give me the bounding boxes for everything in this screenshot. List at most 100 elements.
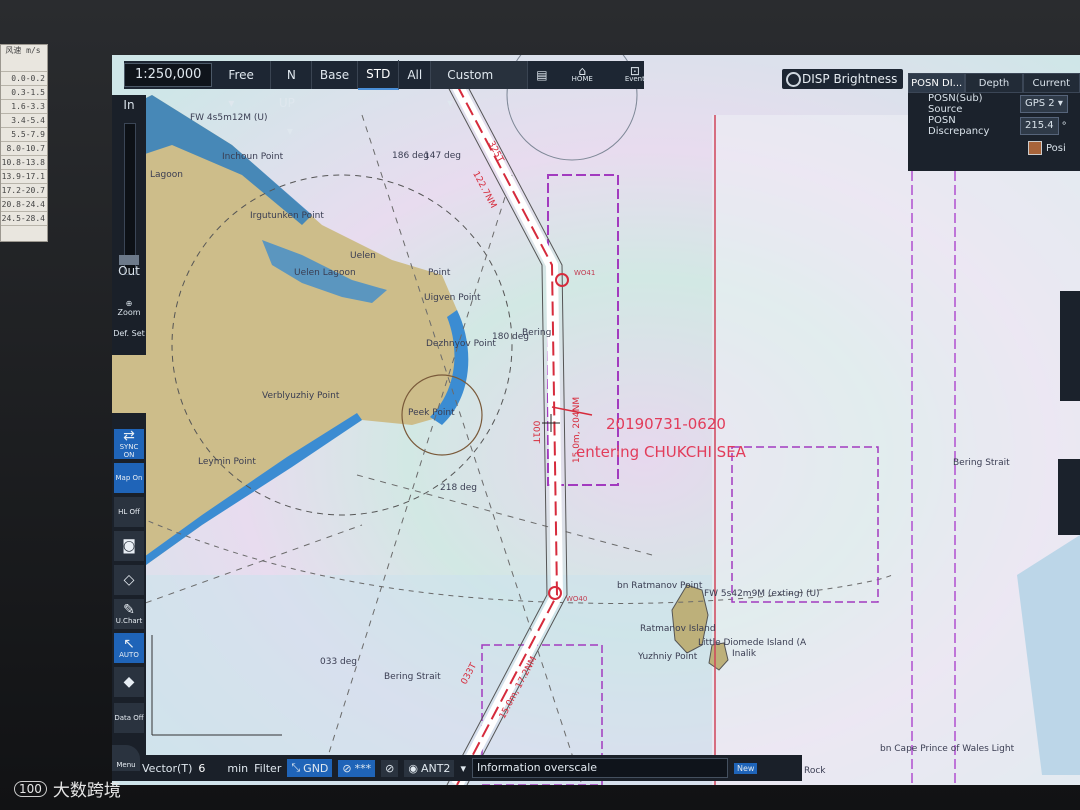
label-lagoon: Lagoon [150,170,183,180]
home-label: HOME [571,75,593,83]
posn-discrepancy-value: 215.4 [1020,117,1059,135]
wind-speed-row: 17.2-20.7 [1,184,47,198]
user-chart-label: U.Chart [115,617,143,625]
label-dezhnyov: Dezhnyov Point [426,339,496,349]
filter-button[interactable]: Filter [254,762,281,775]
wind-speed-row: 8.0-10.7 [1,142,47,156]
label-uelen-lagoon: Uelen Lagoon [294,268,356,278]
brightness-icon [786,72,801,87]
watermark-text: 大数跨境 [52,781,121,801]
wind-speed-row: 3.4-5.4 [1,114,47,128]
deep-water-area [712,115,1080,785]
data-toggle-button[interactable]: Data Off [114,703,144,733]
auto-cursor-button[interactable]: ↖ AUTO [114,633,144,663]
custom-display-select[interactable]: Custom ▾ [431,61,529,110]
trail-icon: ⊘ [385,761,395,775]
posn-discrepancy-label: POSN Discrepancy [928,115,990,137]
posn-check-row: Posi [908,137,1080,159]
chevron-down-icon: ▾ [286,124,293,138]
camera-button[interactable]: ◙ [114,531,144,561]
chevron-down-icon: ▾ [447,96,454,110]
label-uigven: Uigven Point [424,293,481,303]
user-chart-button[interactable]: ✎ U.Chart [114,599,144,629]
antenna-label: ANT2 [420,761,451,775]
label-bering-strait-west: Bering Strait [384,672,441,682]
info-dropdown[interactable]: ▾ [460,762,466,775]
ebl-vrm-panel[interactable] [1058,459,1080,535]
event-button[interactable]: ⊡ Event [609,64,661,83]
gnd-button[interactable]: ⤡ GND [287,759,333,777]
wind-speed-row: 0.3-1.5 [1,86,47,100]
wind-speed-row: 5.5-7.9 [1,128,47,142]
diamond-icon: ◆ [123,674,135,690]
label-leymin: Leymin Point [198,457,256,467]
sync-label: SYNC ON [119,443,139,459]
std-display-button[interactable]: STD [358,60,400,90]
eraser-button[interactable]: ◇ [114,565,144,595]
trail-button[interactable]: ⊘ [381,759,399,777]
sync-icon: ⇄ [123,428,135,444]
hl-toggle-button[interactable]: HL Off [114,497,144,527]
event-icon: ⊡ [629,64,640,78]
posn-checkbox[interactable] [1028,141,1042,155]
sync-button[interactable]: ⇄ SYNC ON [114,429,144,459]
label-deg-147: 147 deg [424,151,462,161]
label-inchoun: Inchoun Point [222,152,284,162]
zoom-in-button[interactable]: In [112,99,146,111]
disp-brightness-button[interactable]: DISP Brightness [782,69,904,89]
wind-speed-row: 1.6-3.3 [1,100,47,114]
zoom-out-button[interactable]: Out [112,265,146,277]
chart-book-button[interactable]: ▤ [528,68,555,82]
label-inalik: Inalik [732,649,757,659]
wind-speed-row: 24.5-28.4 [1,212,47,226]
target-icon: ⊘ [342,761,352,775]
posn-panel: POSN DI... Depth Current POSN(Sub) Sourc… [908,73,1080,171]
zoom-slider-track[interactable] [124,123,136,275]
watermark-logo: 100 [14,780,47,797]
disp-brightness-label: DISP Brightness [802,72,898,86]
label-ratmanov-island: Ratmanov Island [640,624,716,634]
status-bar: Vector(T) 6 min Filter ⤡ GND ⊘ *** ⊘ ◉ ANT2… [112,755,802,781]
label-cape-prince: bn Cape Prince of Wales Light [880,744,1015,754]
antenna-button[interactable]: ◉ ANT2 [404,759,455,777]
label-deg-033: 033 deg [320,657,358,667]
auto-cursor-label: AUTO [119,651,139,659]
tab-depth[interactable]: Depth [965,73,1023,93]
eraser-icon: ◇ [123,572,135,588]
label-uelen: Uelen [350,251,376,261]
label-yuzhniy: Yuzhniy Point [638,652,698,662]
watermark: 100 大数跨境 [14,776,121,801]
custom-display-label: Custom [447,68,494,82]
antenna-icon: ◉ [408,761,418,775]
label-little-diomede: Little Diomede Island (A [698,638,807,648]
label-point: Point [428,268,451,278]
menu-button[interactable]: Menu [112,745,140,771]
tab-current[interactable]: Current [1022,73,1080,93]
right-side-panel[interactable] [1060,291,1080,401]
tab-posn-di[interactable]: POSN DI... [908,73,966,93]
map-toggle-button[interactable]: Map On [114,463,144,493]
base-display-button[interactable]: Base [312,61,359,89]
label-waypoint-wo41: WO41 [574,269,596,277]
scale-display[interactable]: 1:250,000 [124,63,213,87]
zoom-button[interactable]: ⊕ Zoom [112,299,146,317]
stars-label: *** [354,761,372,775]
home-button[interactable]: ⌂ HOME [556,65,609,83]
def-set-button[interactable]: Def. Set [112,329,146,338]
blank-tool-button[interactable]: ◆ [114,667,144,697]
wind-speed-table-header: 风速 m/s [1,45,47,72]
stars-button[interactable]: ⊘ *** [338,759,376,777]
information-box: Information overscale [471,758,728,778]
label-deg-218: 218 deg [440,483,478,493]
wind-speed-row: 13.9-17.1 [1,170,47,184]
posn-source-select[interactable]: GPS 2 ▾ [1020,95,1068,113]
camera-icon: ◙ [122,538,136,554]
posn-check-label: Posi [1046,142,1066,154]
orientation-button[interactable]: N UP ▾ [271,61,312,138]
all-display-button[interactable]: All [399,61,432,89]
vector-value[interactable]: 6 [198,762,205,775]
free-mode-button[interactable]: Free ▾ [212,61,271,110]
chart-book-icon: ▤ [536,68,548,82]
new-badge[interactable]: New [733,762,758,774]
posn-tabs: POSN DI... Depth Current [908,73,1080,93]
